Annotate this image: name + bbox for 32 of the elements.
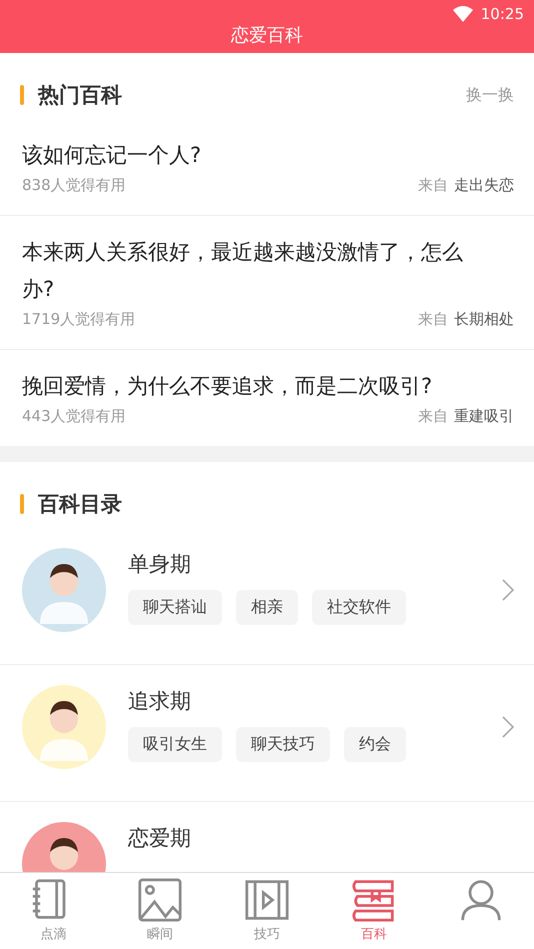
source-label: 来自 — [418, 407, 448, 426]
wifi-icon — [452, 6, 473, 22]
source-label: 来自 — [418, 310, 448, 329]
question-title[interactable]: 本来两人关系很好，最近越来越没激情了，怎么办? — [22, 234, 514, 308]
accent-bar — [20, 494, 24, 514]
useful-count: 443人觉得有用 — [22, 407, 127, 426]
section-title: 热门百科 — [38, 82, 123, 109]
useful-count: 1719人觉得有用 — [22, 310, 136, 329]
category-title[interactable]: 单身期 — [128, 550, 502, 578]
question-title[interactable]: 挽回爱情，为什么不要追求，而是二次吸引? — [22, 368, 514, 405]
chevron-right-icon[interactable] — [502, 579, 514, 601]
source-category[interactable]: 走出失恋 — [454, 176, 514, 195]
status-time: 10:25 — [480, 5, 524, 23]
topic-tag[interactable]: 吸引女生 — [128, 727, 222, 762]
source-category[interactable]: 长期相处 — [454, 310, 514, 329]
section-title: 百科目录 — [38, 491, 123, 518]
useful-count: 838人觉得有用 — [22, 176, 127, 195]
question-title[interactable]: 该如何忘记一个人? — [22, 137, 514, 174]
chevron-right-icon[interactable] — [502, 716, 514, 738]
source-label: 来自 — [418, 176, 448, 195]
topic-tag[interactable]: 聊天技巧 — [236, 727, 330, 762]
nav-label[interactable]: 百科 — [360, 925, 387, 943]
topic-tag[interactable]: 相亲 — [236, 590, 298, 625]
topic-tag[interactable]: 聊天搭讪 — [128, 590, 222, 625]
header-title: 恋爱百科 — [230, 24, 304, 48]
source-category[interactable]: 重建吸引 — [454, 407, 514, 426]
image-icon[interactable] — [138, 877, 182, 923]
category-title[interactable]: 恋爱期 — [128, 824, 512, 852]
accent-bar — [20, 85, 24, 105]
category-title[interactable]: 追求期 — [128, 687, 502, 715]
topic-tag[interactable]: 约会 — [344, 727, 406, 762]
topic-tag[interactable]: 社交软件 — [312, 590, 406, 625]
